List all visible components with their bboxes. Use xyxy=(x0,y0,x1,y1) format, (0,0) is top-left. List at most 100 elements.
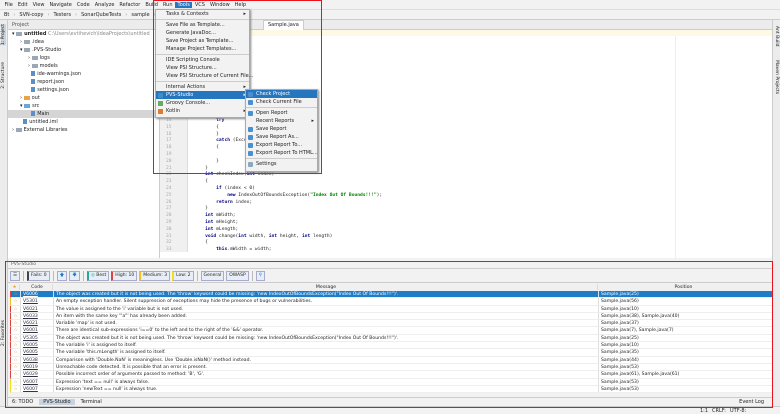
warning-code[interactable]: V6029 xyxy=(21,371,54,378)
pvs-menu-item[interactable]: Export Report To HTML... xyxy=(246,149,318,157)
table-row[interactable]: ☆ V6033 An item with the same key '"a"' ha… xyxy=(10,312,772,321)
pvs-menu-item[interactable]: Save Report As... xyxy=(246,133,317,141)
star-icon[interactable]: ☆ xyxy=(11,363,21,371)
warning-position[interactable]: Sample.java(35) xyxy=(599,349,768,355)
menu-code[interactable]: Code xyxy=(74,2,92,8)
tools-menu-item[interactable]: Generate JavaDoc... xyxy=(156,29,249,37)
warning-code[interactable]: V5301 xyxy=(21,298,54,305)
pvs-menu-item[interactable]: Recent Reports ▸ xyxy=(246,117,317,125)
column-header[interactable]: Message xyxy=(53,284,598,290)
star-icon[interactable]: ☆ xyxy=(11,385,21,393)
column-header[interactable]: Code xyxy=(20,284,53,290)
menu-file[interactable]: File xyxy=(2,2,15,8)
star-icon[interactable]: ☆ xyxy=(11,342,21,349)
warning-position[interactable]: Sample.java(7), Sample.java(7) xyxy=(599,327,768,333)
tree-item[interactable]: › External Libraries xyxy=(8,126,159,134)
warning-code[interactable]: V6001 xyxy=(21,327,54,334)
tools-menu-item[interactable]: PVS-Studio▸ xyxy=(156,91,249,99)
owasp-filter[interactable]: OWASP xyxy=(226,270,249,281)
tree-root[interactable]: ▾ untitled C:\Users\evtihevich\IdeaProje… xyxy=(8,30,159,38)
table-row[interactable]: ☆ V6007 Expression 'newText == null' is al… xyxy=(10,385,772,394)
table-row[interactable]: ☆ V6021 The value is assigned to the 'i' v… xyxy=(10,305,772,313)
menu-tools[interactable]: Tools xyxy=(175,1,193,8)
table-row[interactable]: ☆ V6029 Possible incorrect order of argume… xyxy=(10,371,772,379)
table-row[interactable]: ☆ V6005 The variable 'this.mLength' is ass… xyxy=(10,349,772,357)
table-row[interactable]: ☆ V5301 An empty exception handler. Silent… xyxy=(10,298,772,306)
tree-item[interactable]: › out xyxy=(8,94,159,102)
menu-analyze[interactable]: Analyze xyxy=(92,2,117,8)
star-icon[interactable]: ☆ xyxy=(11,356,21,363)
warning-position[interactable]: Sample.java(44) xyxy=(599,357,768,363)
menu-help[interactable]: Help xyxy=(232,2,248,8)
menu-view[interactable]: View xyxy=(30,2,47,8)
warning-position[interactable]: Sample.java(25) xyxy=(599,335,768,341)
menu-refactor[interactable]: Refactor xyxy=(117,2,143,8)
tools-menu-item[interactable]: Manage Project Templates... xyxy=(156,45,249,53)
fails-filter[interactable]: Fails: 0 xyxy=(27,270,50,281)
tree-item[interactable]: report.json xyxy=(8,78,159,86)
table-row[interactable]: ☆ V6038 Comparison with 'Double.NaN' is me… xyxy=(10,356,772,364)
star-icon[interactable]: ☆ xyxy=(11,312,21,320)
breadcrumb-item[interactable]: SVN-copy xyxy=(19,12,43,18)
pvs-menu-item[interactable]: Open Report xyxy=(246,109,317,117)
general-filter[interactable]: General xyxy=(200,270,225,281)
warning-code[interactable]: V6007 xyxy=(21,378,54,385)
tools-menu-item[interactable]: Internal Actions ▸ xyxy=(156,83,249,91)
tree-item[interactable]: › logs xyxy=(8,54,159,62)
warning-position[interactable]: Sample.java(53) xyxy=(599,386,768,392)
breadcrumb-item[interactable]: Bt xyxy=(4,12,9,18)
table-row[interactable]: ☆ V6019 Unreachable code detected. It is p… xyxy=(10,363,772,372)
warning-position[interactable]: Sample.java(53) xyxy=(599,364,768,370)
low-filter[interactable]: Low: 2 xyxy=(172,270,194,281)
line-separator[interactable]: CRLF: xyxy=(712,408,726,414)
tools-menu-item[interactable]: View PSI Structure... xyxy=(156,64,249,72)
tools-menu-item[interactable]: Tasks & Contexts ▸ xyxy=(156,10,249,18)
warning-position[interactable]: Sample.java(56) xyxy=(599,298,768,304)
tree-item[interactable]: Main xyxy=(8,110,159,118)
tools-menu-item[interactable]: Kotlin▸ xyxy=(156,107,249,115)
star-icon[interactable]: ★ xyxy=(10,284,20,290)
menu-navigate[interactable]: Navigate xyxy=(47,2,74,8)
tab-terminal[interactable]: Terminal xyxy=(81,399,102,405)
table-row[interactable]: ☆ V5305 The object was created but it is n… xyxy=(10,334,772,343)
table-row[interactable]: ☆ V6001 There are identical sub-expression… xyxy=(10,327,772,335)
table-row[interactable]: ☆ V6021 Variable 'map' is not used. Sample.… xyxy=(10,320,772,328)
column-header[interactable]: Position xyxy=(598,284,767,290)
star-icon[interactable]: ☆ xyxy=(11,327,21,334)
star-icon[interactable]: ☆ xyxy=(11,349,21,356)
star-icon[interactable]: ☆ xyxy=(11,298,21,305)
tools-menu-item[interactable]: View PSI Structure of Current File... xyxy=(156,72,253,80)
encoding[interactable]: UTF-8: xyxy=(730,408,746,414)
star-icon[interactable]: ☆ xyxy=(11,378,21,385)
star-icon[interactable]: ☆ xyxy=(11,371,21,378)
pvs-menu-item[interactable]: Check Current File xyxy=(246,98,317,106)
tab-structure[interactable]: 2: Structure xyxy=(1,62,6,89)
menu-button[interactable]: ☰ xyxy=(10,270,21,281)
warning-code[interactable]: V6007 xyxy=(21,385,54,393)
tab-ant-build[interactable]: Ant Build xyxy=(774,26,779,46)
menu-build[interactable]: Build xyxy=(143,2,161,8)
table-row[interactable]: ☆ V6006 The object was created but it is n… xyxy=(10,291,772,299)
event-log-button[interactable]: Event Log xyxy=(739,399,764,405)
star-icon[interactable]: ☆ xyxy=(11,334,21,342)
best-filter[interactable]: ◎ Best xyxy=(86,270,110,281)
arrow-up-icon[interactable]: 🡅 xyxy=(56,270,68,281)
arrow-down-icon[interactable]: 🡇 xyxy=(69,270,80,281)
warning-code[interactable]: V6033 xyxy=(21,312,54,320)
warning-code[interactable]: V6038 xyxy=(21,356,54,363)
tree-item[interactable]: › .idea xyxy=(8,38,159,46)
warning-position[interactable]: Sample.java(37) xyxy=(599,320,768,326)
breadcrumb-item[interactable]: SonarQubeTests xyxy=(81,12,121,18)
warning-code[interactable]: V6021 xyxy=(21,305,54,312)
warning-code[interactable]: V6005 xyxy=(21,349,54,356)
tree-item[interactable]: ▾ src xyxy=(8,102,159,110)
warning-position[interactable]: Sample.java(10) xyxy=(599,306,768,312)
tab-favorites[interactable]: 2: Favorites xyxy=(1,320,6,346)
tree-item[interactable]: ide-warnings.json xyxy=(8,70,159,78)
tab-maven-projects[interactable]: Maven Projects xyxy=(774,60,779,94)
warning-code[interactable]: V5305 xyxy=(21,334,54,342)
warning-position[interactable]: Sample.java(53) xyxy=(599,379,768,385)
tools-menu-item[interactable]: Groovy Console... xyxy=(156,99,249,107)
medium-filter[interactable]: Medium: 3 xyxy=(139,270,171,281)
table-row[interactable]: ☆ V6005 The variable 'i' is assigned to it… xyxy=(10,342,772,350)
